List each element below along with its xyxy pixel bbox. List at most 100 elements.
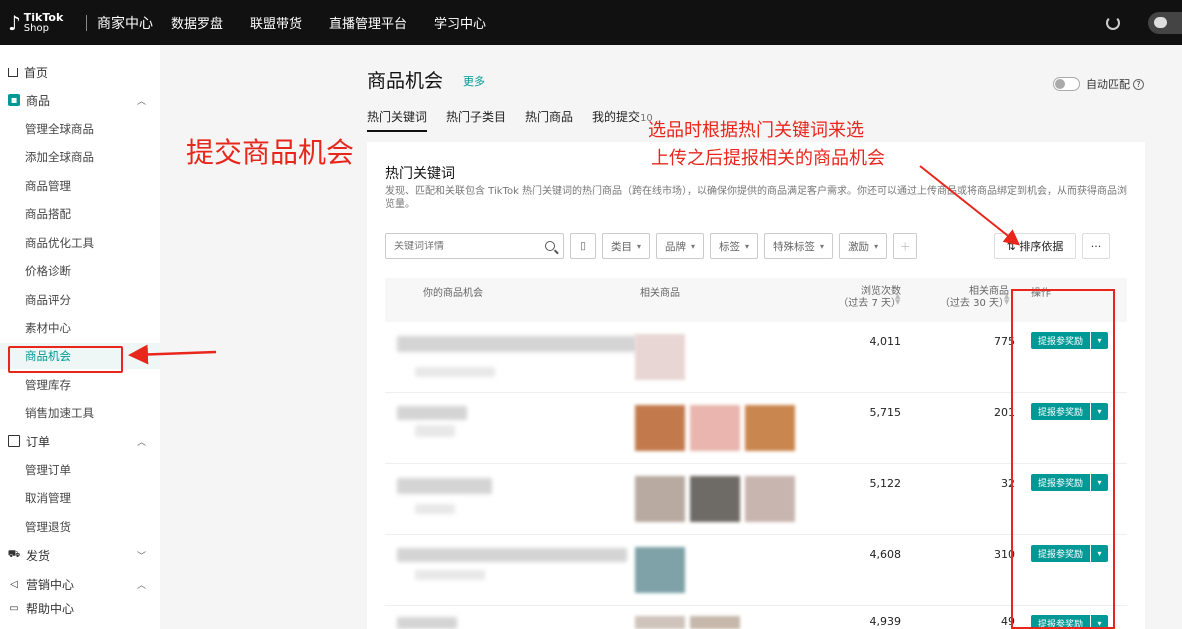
plus-icon: ＋: [899, 240, 911, 253]
topnav-affiliate[interactable]: 联盟带货: [250, 13, 302, 32]
col-views[interactable]: 浏览次数 （过去 7 天）: [815, 286, 901, 310]
sidebar-item-optimize-tool[interactable]: 商品优化工具: [0, 230, 160, 256]
sidebar-item-global-goods[interactable]: 管理全球商品: [0, 116, 160, 142]
related-count-value: 310: [994, 548, 1015, 561]
tab-hot-keywords[interactable]: 热门关键词: [367, 108, 428, 134]
topnav-learning-center[interactable]: 学习中心: [434, 13, 486, 32]
topnav-data-compass[interactable]: 数据罗盘: [171, 13, 223, 32]
annotation-note-line-2: 上传之后提报相关的商品机会: [651, 148, 885, 169]
views-value: 4,011: [869, 335, 902, 348]
add-filter-button[interactable]: ＋: [893, 233, 918, 259]
sidebar-item-material-center[interactable]: 素材中心: [0, 315, 160, 341]
tab-my-submissions[interactable]: 我的提交10: [592, 108, 653, 134]
tiktok-note-icon: ♪: [8, 10, 21, 35]
topbar-divider: [86, 14, 87, 31]
category-filter[interactable]: 类目 ▾: [602, 233, 651, 259]
chevron-down-icon: ﹀: [136, 551, 146, 562]
keyword-search: [385, 233, 564, 259]
views-value: 4,939: [869, 615, 902, 628]
logo-line-2: Shop: [23, 22, 49, 34]
tiktok-shop-logo[interactable]: ♪ TikTok Shop: [8, 11, 80, 35]
col-related-count[interactable]: 相关商品 （过去 30 天）: [923, 286, 1009, 310]
col-opportunity: 你的商品机会: [423, 288, 483, 299]
logo-line-1: TikTok: [23, 10, 64, 24]
annotation-box-actions: [1011, 289, 1115, 629]
auto-match-label: 自动匹配: [1086, 78, 1130, 91]
annotation-note-line-1: 选品时根据热门关键词来选: [648, 120, 864, 141]
sidebar-item-home[interactable]: 首页: [0, 59, 160, 85]
sort-icon: ⇅: [1006, 239, 1020, 253]
sidebar-label: 首页: [24, 65, 49, 80]
sidebar-item-goods-bundle[interactable]: 商品搭配: [0, 201, 160, 227]
more-link[interactable]: 更多: [463, 73, 485, 89]
sidebar-item-price-diagnosis[interactable]: 价格诊断: [0, 258, 160, 284]
topnav-live-platform[interactable]: 直播管理平台: [329, 13, 407, 32]
question-icon[interactable]: ?: [1133, 78, 1144, 90]
annotation-box-sidebar: [8, 346, 123, 373]
auto-match-toggle[interactable]: [1053, 77, 1080, 91]
views-value: 5,122: [869, 477, 902, 490]
sidebar-label: 发货: [26, 548, 51, 563]
sidebar-item-inventory[interactable]: 管理库存: [0, 372, 160, 398]
refresh-icon[interactable]: [1106, 15, 1120, 30]
incentive-filter[interactable]: 激励 ▾: [839, 233, 888, 259]
page-title: 商品机会: [367, 70, 444, 92]
bookmark-icon: ▯: [580, 240, 586, 252]
chat-button[interactable]: [1148, 11, 1182, 34]
tab-hot-subcategories[interactable]: 热门子类目: [446, 108, 506, 134]
sidebar-item-cancel-manage[interactable]: 取消管理: [0, 485, 160, 511]
sidebar-label: 营销中心: [26, 577, 75, 592]
panel-title: 热门关键词: [385, 166, 455, 182]
brand-filter[interactable]: 品牌 ▾: [656, 233, 705, 259]
sidebar-item-goods-manage[interactable]: 商品管理: [0, 173, 160, 199]
sidebar-item-add-global-goods[interactable]: 添加全球商品: [0, 144, 160, 170]
panel-description: 发现、匹配和关联包含 TikTok 热门关键词的热门商品（跨在线市场），以确保你…: [385, 186, 1128, 210]
sidebar-item-help[interactable]: ▭ 帮助中心: [0, 595, 160, 621]
bookmark-filter-button[interactable]: ▯: [570, 233, 596, 259]
col-related-products: 相关商品: [640, 288, 680, 299]
sidebar-label: 商品: [26, 93, 51, 108]
sidebar-item-sales-boost[interactable]: 销售加速工具: [0, 400, 160, 426]
ellipsis-icon: ···: [1090, 239, 1102, 253]
brand-title[interactable]: 商家中心: [97, 13, 153, 33]
views-value: 4,608: [869, 548, 902, 561]
sidebar-item-goods-rating[interactable]: 商品评分: [0, 287, 160, 313]
sidebar-item-returns[interactable]: 管理退货: [0, 514, 160, 540]
chevron-down-icon: ▾: [691, 241, 696, 251]
sort-arrows-icon[interactable]: ▲ ▼: [895, 293, 900, 306]
sort-arrows-icon[interactable]: ▲ ▼: [1004, 293, 1009, 306]
megaphone-icon: ◁: [10, 578, 18, 590]
annotation-note: 选品时根据热门关键词来选 上传之后提报相关的商品机会: [648, 117, 885, 173]
auto-match-toggle-group: 自动匹配 ?: [1053, 76, 1144, 92]
help-chat-icon: ▭: [9, 602, 19, 614]
sidebar-item-manage-orders[interactable]: 管理订单: [0, 457, 160, 483]
sidebar-item-orders[interactable]: 订单 ︿: [0, 428, 160, 454]
chevron-up-icon: ︿: [136, 580, 146, 591]
sidebar-item-marketing[interactable]: ◁ 营销中心 ︿: [0, 571, 160, 597]
tab-bar: 热门关键词 热门子类目 热门商品 我的提交10: [367, 108, 672, 134]
related-count-value: 49: [1001, 615, 1015, 628]
search-icon[interactable]: [545, 241, 555, 251]
chevron-up-icon: ︿: [136, 437, 146, 448]
chevron-down-icon: ▾: [820, 241, 825, 251]
special-tag-filter[interactable]: 特殊标签 ▾: [764, 233, 834, 259]
filter-row: ▯ 类目▾ 品牌▾ 标签▾ 特殊标签▾ 激励▾ ＋: [385, 233, 918, 259]
related-count-value: 775: [994, 335, 1015, 348]
keyword-search-input[interactable]: [394, 240, 534, 252]
more-options-button[interactable]: ···: [1082, 233, 1110, 259]
sort-button[interactable]: ⇅ 排序依据: [994, 233, 1076, 259]
sidebar-item-shipping[interactable]: ⛟ 发货 ﹀: [0, 542, 160, 568]
chevron-down-icon: ▾: [637, 241, 642, 251]
sidebar-item-goods[interactable]: ▪ 商品 ︿: [0, 87, 160, 113]
order-icon: [8, 435, 20, 447]
chevron-up-icon: ︿: [136, 96, 146, 107]
annotation-submit-opportunity: 提交商品机会: [186, 136, 355, 169]
top-nav: 数据罗盘 联盟带货 直播管理平台 学习中心: [171, 13, 513, 32]
tag-filter[interactable]: 标签 ▾: [710, 233, 759, 259]
home-icon: [8, 67, 18, 77]
chevron-down-icon: ▾: [745, 241, 750, 251]
sidebar-label: 订单: [26, 434, 51, 449]
tab-hot-products[interactable]: 热门商品: [525, 108, 573, 134]
sidebar-label: 帮助中心: [26, 601, 75, 616]
sidebar: 首页 ▪ 商品 ︿ 管理全球商品 添加全球商品 商品管理 商品搭配 商品优化工具…: [0, 45, 160, 629]
